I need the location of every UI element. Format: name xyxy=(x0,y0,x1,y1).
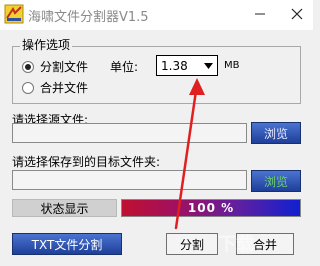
unit-label: 单位: xyxy=(110,60,139,74)
unit-select[interactable]: 1.38 xyxy=(156,55,218,76)
target-input[interactable] xyxy=(12,170,247,190)
chevron-down-icon[interactable] xyxy=(200,57,216,74)
split-radio-dot xyxy=(22,60,34,73)
split-radio-label: 分割文件 xyxy=(40,60,89,74)
split-button[interactable]: 分割 xyxy=(166,233,218,255)
merge-button[interactable]: 合并 xyxy=(236,233,294,255)
split-radio[interactable]: 分割文件 xyxy=(22,58,88,75)
minimize-button[interactable] xyxy=(246,1,274,27)
merge-radio-dot xyxy=(22,81,34,94)
close-button[interactable] xyxy=(283,1,311,27)
unit-select-value: 1.38 xyxy=(161,58,188,73)
progress-text: 100 % xyxy=(187,201,235,215)
app-icon xyxy=(4,4,24,24)
options-group-title: 操作选项 xyxy=(20,36,73,53)
close-icon xyxy=(291,8,303,20)
merge-radio[interactable]: 合并文件 xyxy=(22,79,88,96)
progress-bar: 100 % xyxy=(121,199,301,217)
target-browse-button[interactable]: 浏览 xyxy=(251,170,301,192)
source-browse-button[interactable]: 浏览 xyxy=(251,122,301,144)
minimize-icon xyxy=(255,13,265,15)
txt-split-button[interactable]: TXT文件分割 xyxy=(12,233,122,255)
merge-radio-label: 合并文件 xyxy=(40,81,89,95)
target-label: 请选择保存到的目标文件夹: xyxy=(12,155,161,169)
source-input[interactable] xyxy=(12,123,247,143)
status-label: 状态显示 xyxy=(12,199,117,217)
unit-suffix: MB xyxy=(224,60,240,71)
window-title: 海啸文件分割器V1.5 xyxy=(28,10,149,25)
